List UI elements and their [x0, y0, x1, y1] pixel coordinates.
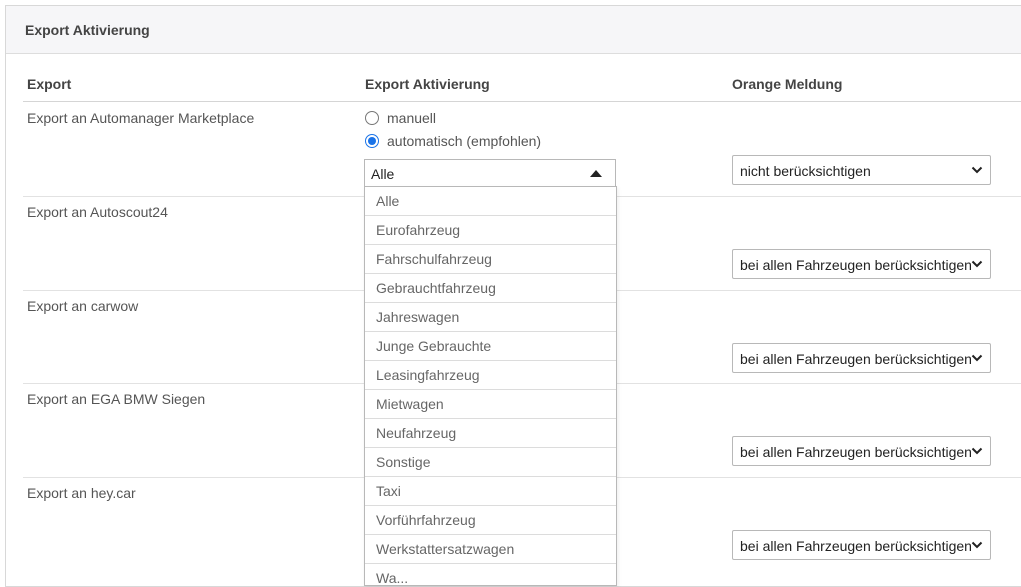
orange-meldung-select-carwow[interactable]: bei allen Fahrzeugen berücksichtigen — [732, 343, 991, 373]
dropdown-option[interactable]: Fahrschulfahrzeug — [365, 245, 616, 274]
orange-meldung-select-ega-bmw[interactable]: bei allen Fahrzeugen berücksichtigen — [732, 436, 991, 466]
column-header-export: Export — [27, 76, 72, 92]
export-name-ega-bmw-siegen: Export an EGA BMW Siegen — [27, 391, 206, 407]
export-name-automanager: Export an Automanager Marketplace — [27, 110, 255, 126]
radio-automatisch-circle[interactable] — [365, 134, 379, 148]
select-value: nicht berücksichtigen — [740, 163, 871, 179]
column-header-orange-meldung: Orange Meldung — [732, 76, 843, 92]
dropdown-option[interactable]: Vorführfahrzeug — [365, 506, 616, 535]
dropdown-option[interactable]: Junge Gebrauchte — [365, 332, 616, 361]
chevron-down-icon — [971, 260, 983, 268]
dropdown-option[interactable]: Wa... — [365, 564, 616, 585]
select-value: bei allen Fahrzeugen berücksichtigen — [740, 538, 972, 554]
dropdown-option[interactable]: Taxi — [365, 477, 616, 506]
chevron-down-icon — [971, 166, 983, 174]
dropdown-option[interactable]: Alle — [365, 187, 616, 216]
panel-title: Export Aktivierung — [25, 22, 150, 38]
chevron-down-icon — [971, 447, 983, 455]
header-divider — [23, 101, 1021, 102]
dropdown-option[interactable]: Gebrauchtfahrzeug — [365, 274, 616, 303]
dropdown-option[interactable]: Jahreswagen — [365, 303, 616, 332]
dropdown-option[interactable]: Leasingfahrzeug — [365, 361, 616, 390]
radio-manuell-circle[interactable] — [365, 111, 379, 125]
dropdown-option[interactable]: Sonstige — [365, 448, 616, 477]
orange-meldung-select-hey-car[interactable]: bei allen Fahrzeugen berücksichtigen — [732, 530, 991, 560]
select-value: bei allen Fahrzeugen berücksichtigen — [740, 351, 972, 367]
dropdown-option[interactable]: Mietwagen — [365, 390, 616, 419]
radio-manuell-label: manuell — [387, 110, 437, 126]
chevron-down-icon — [971, 354, 983, 362]
radio-manuell[interactable]: manuell — [365, 110, 436, 126]
vehicle-type-dropdown-list[interactable]: Alle Eurofahrzeug Fahrschulfahrzeug Gebr… — [364, 186, 617, 586]
panel-header: Export Aktivierung — [6, 6, 1021, 54]
orange-meldung-select-automanager[interactable]: nicht berücksichtigen — [732, 155, 991, 185]
chevron-down-icon — [971, 541, 983, 549]
vehicle-type-select-value: Alle — [371, 166, 395, 182]
radio-automatisch[interactable]: automatisch (empfohlen) — [365, 133, 541, 149]
select-value: bei allen Fahrzeugen berücksichtigen — [740, 444, 972, 460]
export-name-carwow: Export an carwow — [27, 298, 139, 314]
caret-up-icon — [590, 170, 602, 177]
vehicle-type-select[interactable]: Alle — [364, 159, 616, 186]
dropdown-option[interactable]: Werkstattersatzwagen — [365, 535, 616, 564]
radio-automatisch-label: automatisch (empfohlen) — [387, 133, 542, 149]
export-name-hey-car: Export an hey.car — [27, 485, 136, 501]
orange-meldung-select-autoscout24[interactable]: bei allen Fahrzeugen berücksichtigen — [732, 249, 991, 279]
column-header-export-aktivierung: Export Aktivierung — [365, 76, 490, 92]
export-name-autoscout24: Export an Autoscout24 — [27, 204, 168, 220]
select-value: bei allen Fahrzeugen berücksichtigen — [740, 257, 972, 273]
dropdown-option[interactable]: Neufahrzeug — [365, 419, 616, 448]
dropdown-option[interactable]: Eurofahrzeug — [365, 216, 616, 245]
